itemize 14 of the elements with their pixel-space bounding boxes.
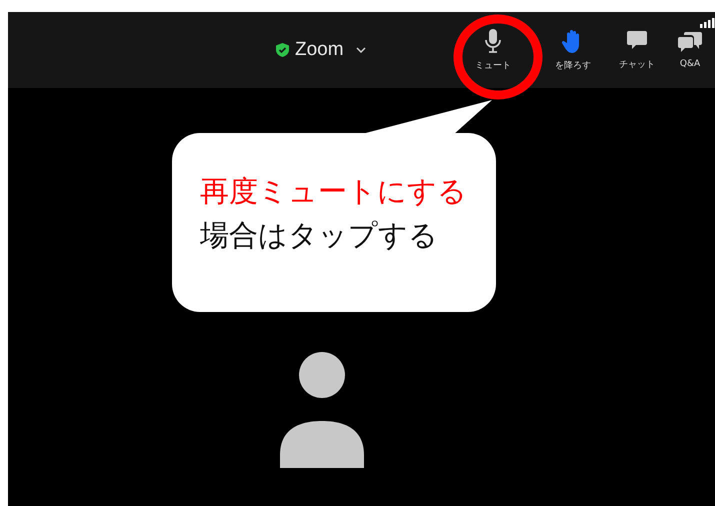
callout-text: 再度ミュートにする [200,173,468,209]
qa-toolbar-button[interactable]: Q&A [665,12,715,88]
person-silhouette-icon [280,352,364,468]
chevron-down-icon[interactable] [356,47,366,53]
chat-bubbles-icon [678,31,702,53]
shield-check-icon [276,43,289,57]
chat-toolbar-button[interactable]: チャット [609,12,665,88]
callout-text: 場合はタップする [200,217,439,253]
signal-strength-icon [700,18,715,28]
chat-bubble-icon [626,30,648,52]
mic-toolbar-button[interactable]: ミュート [463,12,523,88]
microphone-icon [485,28,501,52]
hand-toolbar-button[interactable]: を降ろす [537,12,609,88]
meeting-title: Zoom [295,39,344,61]
